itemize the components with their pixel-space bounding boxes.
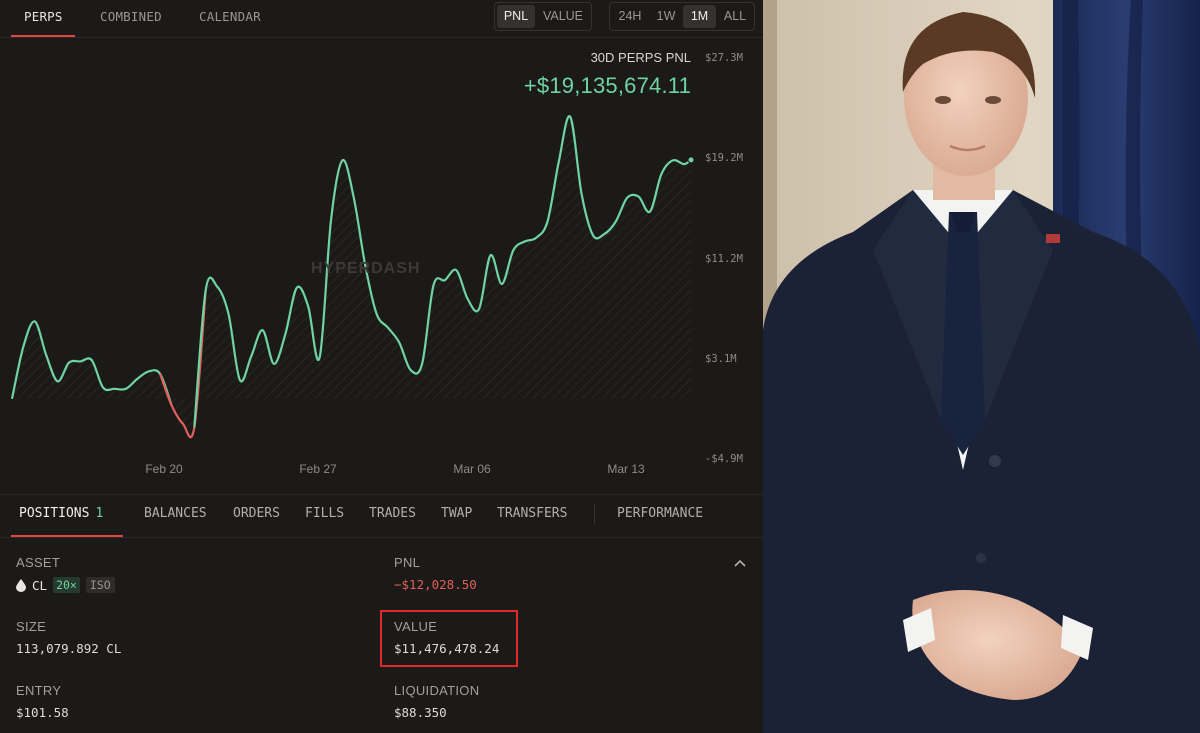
- active-tab-underline: [11, 535, 123, 537]
- liquidation-value: $88.350: [394, 705, 447, 720]
- leverage-badge: 20×: [53, 577, 80, 593]
- y-tick-label: $19.2M: [705, 152, 743, 164]
- size-label: SIZE: [16, 619, 47, 634]
- chevron-up-icon[interactable]: [733, 558, 747, 568]
- tab-positions[interactable]: POSITIONS 1: [19, 506, 103, 521]
- x-tick-label: Mar 06: [453, 462, 491, 476]
- asset-row[interactable]: CL 20× ISO: [16, 576, 115, 594]
- current-value-point: [687, 156, 695, 164]
- mode-toggle: PNL VALUE: [494, 2, 592, 31]
- pnl-label: PNL: [394, 555, 421, 570]
- asset-label: ASSET: [16, 555, 61, 570]
- tab-trades[interactable]: TRADES: [369, 506, 416, 521]
- top-tab-bar: PERPS COMBINED CALENDAR PNL VALUE 24H 1W…: [0, 0, 763, 38]
- y-tick-label: $11.2M: [705, 253, 743, 265]
- entry-label: ENTRY: [16, 683, 62, 698]
- x-tick-label: Feb 27: [299, 462, 337, 476]
- asset-name: CL: [32, 577, 48, 593]
- portrait-photo: [763, 0, 1200, 733]
- margin-mode-badge: ISO: [85, 577, 115, 593]
- liquidation-label: LIQUIDATION: [394, 683, 480, 698]
- tab-perps[interactable]: PERPS: [24, 9, 63, 24]
- tab-orders[interactable]: ORDERS: [233, 506, 280, 521]
- value-toggle-button[interactable]: VALUE: [539, 5, 587, 28]
- entry-value: $101.58: [16, 705, 69, 720]
- tab-balances[interactable]: BALANCES: [144, 506, 207, 521]
- tab-performance[interactable]: PERFORMANCE: [617, 506, 703, 521]
- range-1m-button[interactable]: 1M: [683, 5, 716, 28]
- value-highlight-box: [380, 610, 518, 667]
- active-tab-underline: [11, 35, 75, 37]
- tab-combined[interactable]: COMBINED: [100, 9, 162, 24]
- positions-count-badge: 1: [95, 506, 104, 521]
- tab-twap[interactable]: TWAP: [441, 506, 472, 521]
- range-all-button[interactable]: ALL: [718, 5, 752, 28]
- tab-divider: [594, 503, 595, 525]
- chart-title: 30D PERPS PNL: [590, 50, 691, 65]
- y-tick-label: $27.3M: [705, 52, 743, 64]
- trading-panel: PERPS COMBINED CALENDAR PNL VALUE 24H 1W…: [0, 0, 763, 733]
- tab-fills[interactable]: FILLS: [305, 506, 344, 521]
- chart-pnl-value: +$19,135,674.11: [523, 73, 691, 98]
- pnl-toggle-button[interactable]: PNL: [497, 5, 535, 28]
- positions-tab-bar: POSITIONS 1 BALANCES ORDERS FILLS TRADES …: [0, 494, 763, 538]
- tab-calendar[interactable]: CALENDAR: [199, 9, 261, 24]
- x-tick-label: Feb 20: [145, 462, 183, 476]
- tab-positions-label: POSITIONS: [19, 506, 90, 521]
- oil-drop-icon: [16, 578, 26, 592]
- y-tick-label: $3.1M: [705, 353, 737, 365]
- x-tick-label: Mar 13: [607, 462, 645, 476]
- tab-transfers[interactable]: TRANSFERS: [497, 506, 567, 521]
- hyperdash-watermark: HYPERDASH: [311, 260, 421, 277]
- range-24h-button[interactable]: 24H: [613, 5, 647, 28]
- range-toggle: 24H 1W 1M ALL: [609, 2, 755, 31]
- range-1w-button[interactable]: 1W: [650, 5, 682, 28]
- pnl-value: −$12,028.50: [394, 577, 477, 592]
- size-value: 113,079.892 CL: [16, 641, 122, 656]
- y-tick-label: -$4.9M: [705, 453, 743, 465]
